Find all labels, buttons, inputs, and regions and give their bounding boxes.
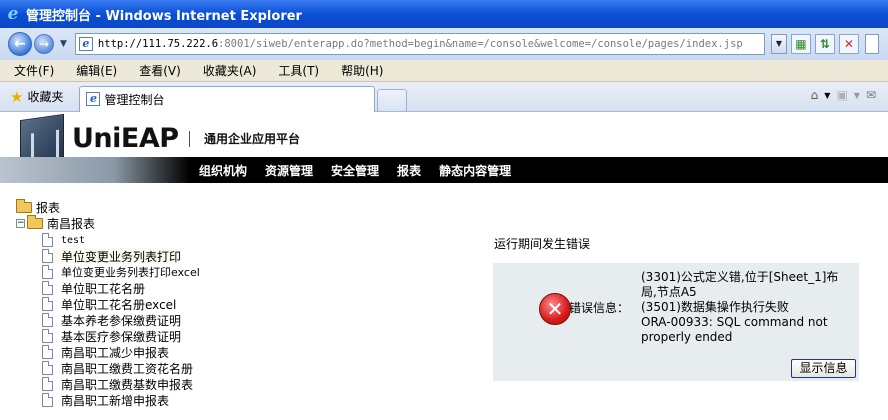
tree-item-label: 单位变更业务列表打印 [61, 249, 182, 264]
tree-item[interactable]: 南昌职工新增申报表 [42, 392, 169, 408]
address-input[interactable]: e http://111.75.222.6:8001/siweb/enterap… [74, 33, 765, 55]
tree-item[interactable]: 单位职工花名册excel [42, 296, 176, 312]
tree-item-label: 南昌职工减少申报表 [61, 345, 170, 360]
document-icon [42, 377, 53, 391]
refresh-icon[interactable]: ⇅ [814, 34, 835, 54]
mail-icon[interactable]: ✉ [866, 88, 876, 102]
new-tab-button[interactable] [377, 88, 408, 111]
tree-root-label: 报表 [36, 200, 61, 215]
search-box[interactable] [864, 34, 879, 54]
nav-static-content[interactable]: 静态内容管理 [439, 162, 511, 179]
nav-links: 组织机构 资源管理 安全管理 报表 静态内容管理 [199, 157, 529, 183]
folder-open-icon [27, 214, 43, 229]
tree-item[interactable]: 基本养老参保缴费证明 [42, 312, 181, 328]
menu-bar: 文件(F) 编辑(E) 查看(V) 收藏夹(A) 工具(T) 帮助(H) [0, 60, 888, 82]
document-icon [42, 329, 53, 343]
folder-open-icon [16, 198, 32, 213]
tree-item[interactable]: 单位职工花名册 [42, 280, 145, 296]
logo-text: UniEAP [72, 123, 179, 154]
menu-tools[interactable]: 工具(T) [278, 62, 319, 79]
document-icon [42, 361, 53, 375]
address-dropdown-button[interactable]: ▼ [770, 34, 787, 54]
logo-separator [189, 131, 190, 147]
tab-console[interactable]: e 管理控制台 [79, 85, 376, 112]
document-icon [42, 345, 53, 359]
page-icon: e [78, 37, 93, 51]
document-icon [42, 297, 53, 311]
menu-help[interactable]: 帮助(H) [341, 62, 383, 79]
tree-folder-nanchang[interactable]: − 南昌报表 [16, 214, 96, 231]
tree-item[interactable]: 南昌职工缴费工资花名册 [42, 360, 193, 376]
history-dropdown-icon[interactable]: ▼ [60, 39, 67, 49]
tab-page-icon: e [86, 92, 101, 106]
tree-item[interactable]: test [42, 232, 85, 248]
tree-item-label: 基本养老参保缴费证明 [61, 313, 182, 328]
tree-item[interactable]: 南昌职工缴费基数申报表 [42, 376, 193, 392]
document-icon [42, 393, 53, 407]
error-heading: 运行期间发生错误 [494, 237, 591, 251]
home-icon[interactable]: ⌂ [811, 88, 819, 102]
document-icon [42, 281, 53, 295]
document-icon [42, 233, 53, 247]
document-icon [42, 249, 53, 263]
tree-item-label: 单位职工花名册excel [61, 297, 177, 312]
stop-icon[interactable]: ✕ [838, 34, 859, 54]
menu-view[interactable]: 查看(V) [139, 62, 181, 79]
main-nav: 组织机构 资源管理 安全管理 报表 静态内容管理 [0, 157, 888, 183]
feeds-icon[interactable]: ▣ [836, 88, 847, 102]
app-header: UniEAP 通用企业应用平台 [0, 113, 888, 179]
tree-item-label: 南昌职工缴费基数申报表 [61, 377, 194, 392]
menu-file[interactable]: 文件(F) [14, 62, 54, 79]
forward-button[interactable]: → [34, 34, 54, 54]
compatibility-view-icon[interactable]: ▦ [790, 34, 811, 54]
favorites-bar: ★ 收藏夹 e 管理控制台 ⌂ ▼ ▣ ▼ ✉ [0, 82, 888, 112]
document-icon [42, 313, 53, 327]
error-icon: ✕ [539, 293, 571, 325]
tree-item[interactable]: 南昌职工减少申报表 [42, 344, 169, 360]
error-message: (3301)公式定义错,位于[Sheet_1]布局,节点A5 (3501)数据集… [641, 270, 853, 345]
error-label: 错误信息： [569, 301, 630, 315]
tree-item[interactable]: 基本医疗参保缴费证明 [42, 328, 181, 344]
menu-edit[interactable]: 编辑(E) [76, 62, 117, 79]
tree-item-label: test [61, 234, 86, 246]
tree-item-label: 南昌职工新增申报表 [61, 393, 170, 408]
nav-resources[interactable]: 资源管理 [265, 162, 313, 179]
address-path: :8001/siweb/enterapp.do?method=begin&nam… [218, 38, 743, 50]
error-line: ORA-00933: SQL command not properly ende… [641, 315, 828, 344]
tree-item-label: 单位变更业务列表打印excel [61, 266, 200, 279]
back-button[interactable]: ← [8, 32, 32, 56]
tab-title: 管理控制台 [104, 92, 165, 107]
nav-reports[interactable]: 报表 [397, 162, 421, 179]
tree-item[interactable]: 单位变更业务列表打印 [42, 248, 182, 264]
ie-logo-icon: e [7, 4, 19, 24]
tree-item-label: 基本医疗参保缴费证明 [61, 329, 182, 344]
show-info-button[interactable]: 显示信息 [791, 359, 856, 378]
feeds-dropdown-icon[interactable]: ▼ [854, 91, 860, 100]
platform-subtitle: 通用企业应用平台 [204, 132, 301, 146]
document-icon [42, 265, 53, 279]
nav-security[interactable]: 安全管理 [331, 162, 379, 179]
error-line: (3501)数据集操作执行失败 [641, 300, 789, 314]
address-host: http://111.75.222.6 [97, 38, 219, 50]
window-titlebar: e 管理控制台 - Windows Internet Explorer [0, 0, 888, 28]
menu-favorites[interactable]: 收藏夹(A) [203, 62, 257, 79]
tree-folder-label: 南昌报表 [47, 216, 96, 231]
home-dropdown-icon[interactable]: ▼ [824, 91, 830, 100]
nav-accent [0, 157, 190, 183]
tree-item[interactable]: 单位变更业务列表打印excel [42, 264, 200, 280]
error-panel: ✕ 错误信息： (3301)公式定义错,位于[Sheet_1]布局,节点A5 (… [493, 263, 859, 381]
collapse-icon[interactable]: − [16, 218, 25, 228]
tree-item-label: 南昌职工缴费工资花名册 [61, 361, 194, 376]
nav-organization[interactable]: 组织机构 [199, 162, 247, 179]
tree-item-label: 单位职工花名册 [61, 281, 146, 296]
error-line: (3301)公式定义错,位于[Sheet_1]布局,节点A5 [641, 270, 839, 299]
address-toolbar: ← → ▼ e http://111.75.222.6:8001/siweb/e… [0, 28, 888, 60]
favorites-button[interactable]: 收藏夹 [27, 88, 63, 105]
tree-root[interactable]: 报表 [16, 198, 61, 215]
command-bar: ⌂ ▼ ▣ ▼ ✉ [805, 88, 876, 102]
favorites-star-icon[interactable]: ★ [10, 88, 23, 106]
window-title: 管理控制台 - Windows Internet Explorer [26, 8, 302, 24]
